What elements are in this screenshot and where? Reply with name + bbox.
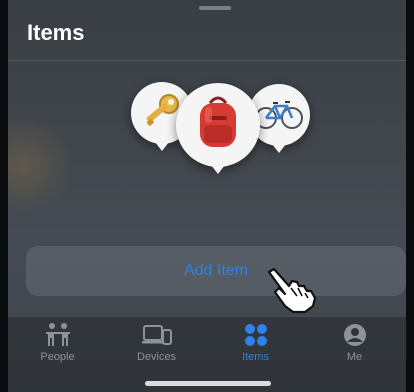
tab-items-label: Items: [242, 351, 269, 363]
tab-me[interactable]: Me: [305, 316, 404, 376]
devices-icon: [141, 325, 172, 345]
items-sheet: Items Add Item People Devices Items Me: [8, 0, 406, 392]
tab-me-label: Me: [346, 351, 363, 363]
home-indicator[interactable]: [145, 381, 271, 386]
tab-people[interactable]: People: [8, 316, 107, 376]
tab-devices[interactable]: Devices: [107, 316, 206, 376]
hand-pointer-icon: [267, 267, 317, 314]
items-icon: [244, 324, 267, 346]
add-item-button[interactable]: Add Item: [26, 246, 406, 296]
tab-devices-label: Devices: [136, 351, 177, 363]
people-icon: [45, 323, 70, 346]
left-edge: [0, 0, 8, 392]
tab-items[interactable]: Items: [206, 316, 305, 376]
backpack-icon: [200, 96, 236, 147]
header-divider: [8, 60, 406, 61]
me-icon: [343, 324, 366, 346]
right-edge: [406, 0, 414, 392]
page-title: Items: [27, 20, 85, 45]
map-background: [8, 120, 78, 210]
tab-people-label: People: [40, 351, 75, 363]
add-item-label: Add Item: [183, 262, 249, 279]
sheet-grabber[interactable]: [199, 6, 231, 10]
backpack-pin: [176, 83, 260, 167]
